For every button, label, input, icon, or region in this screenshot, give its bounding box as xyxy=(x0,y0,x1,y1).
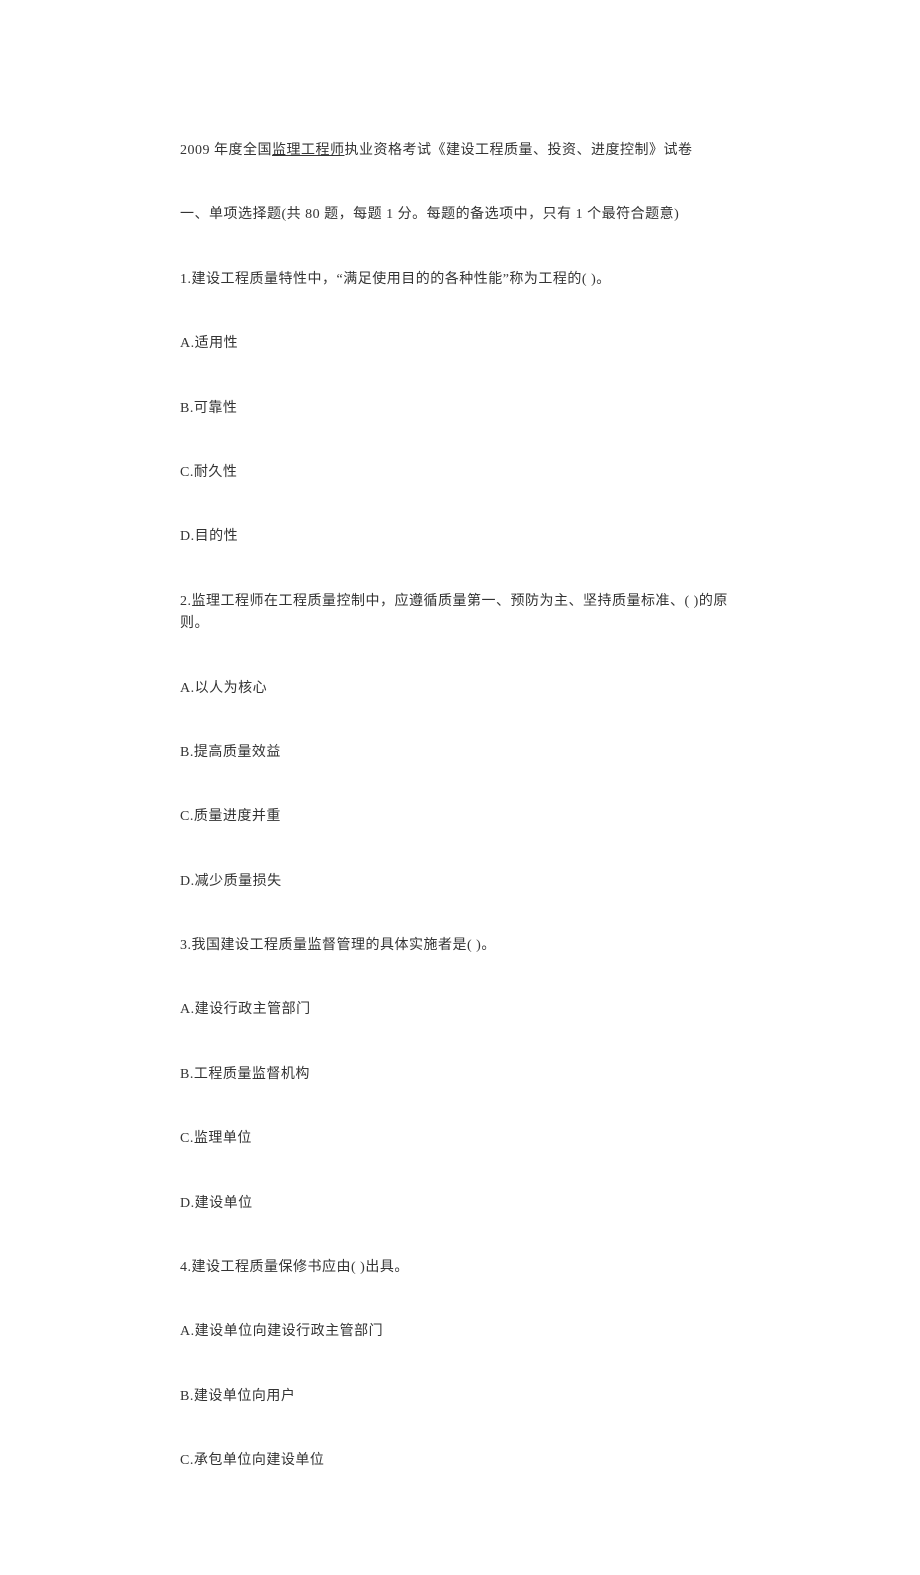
option-a: A.建设行政主管部门 xyxy=(180,999,740,1021)
option-c: C.承包单位向建设单位 xyxy=(180,1450,740,1472)
section-heading: 一、单项选择题(共 80 题，每题 1 分。每题的备选项中，只有 1 个最符合题… xyxy=(180,204,740,226)
option-c: C.监理单位 xyxy=(180,1128,740,1150)
option-b: B.可靠性 xyxy=(180,398,740,420)
option-a: A.适用性 xyxy=(180,333,740,355)
option-b: B.工程质量监督机构 xyxy=(180,1064,740,1086)
question-text: 2.监理工程师在工程质量控制中，应遵循质量第一、预防为主、坚持质量标准、( )的… xyxy=(180,591,740,636)
option-d: D.建设单位 xyxy=(180,1193,740,1215)
option-b: B.建设单位向用户 xyxy=(180,1386,740,1408)
option-a: A.以人为核心 xyxy=(180,678,740,700)
title-suffix: 执业资格考试《建设工程质量、投资、进度控制》试卷 xyxy=(345,143,693,158)
question-text: 3.我国建设工程质量监督管理的具体实施者是( )。 xyxy=(180,935,740,957)
question-block-1: 1.建设工程质量特性中，“满足使用目的的各种性能”称为工程的( )。 A.适用性… xyxy=(180,269,740,549)
question-text: 4.建设工程质量保修书应由( )出具。 xyxy=(180,1257,740,1279)
option-b: B.提高质量效益 xyxy=(180,742,740,764)
option-d: D.目的性 xyxy=(180,526,740,548)
option-a: A.建设单位向建设行政主管部门 xyxy=(180,1321,740,1343)
exam-title: 2009 年度全国监理工程师执业资格考试《建设工程质量、投资、进度控制》试卷 xyxy=(180,140,740,162)
question-block-2: 2.监理工程师在工程质量控制中，应遵循质量第一、预防为主、坚持质量标准、( )的… xyxy=(180,591,740,893)
question-block-3: 3.我国建设工程质量监督管理的具体实施者是( )。 A.建设行政主管部门 B.工… xyxy=(180,935,740,1215)
option-c: C.耐久性 xyxy=(180,462,740,484)
title-prefix: 2009 年度全国 xyxy=(180,143,272,158)
question-block-4: 4.建设工程质量保修书应由( )出具。 A.建设单位向建设行政主管部门 B.建设… xyxy=(180,1257,740,1473)
option-d: D.减少质量损失 xyxy=(180,871,740,893)
option-c: C.质量进度并重 xyxy=(180,806,740,828)
title-underlined: 监理工程师 xyxy=(272,143,345,158)
question-text: 1.建设工程质量特性中，“满足使用目的的各种性能”称为工程的( )。 xyxy=(180,269,740,291)
